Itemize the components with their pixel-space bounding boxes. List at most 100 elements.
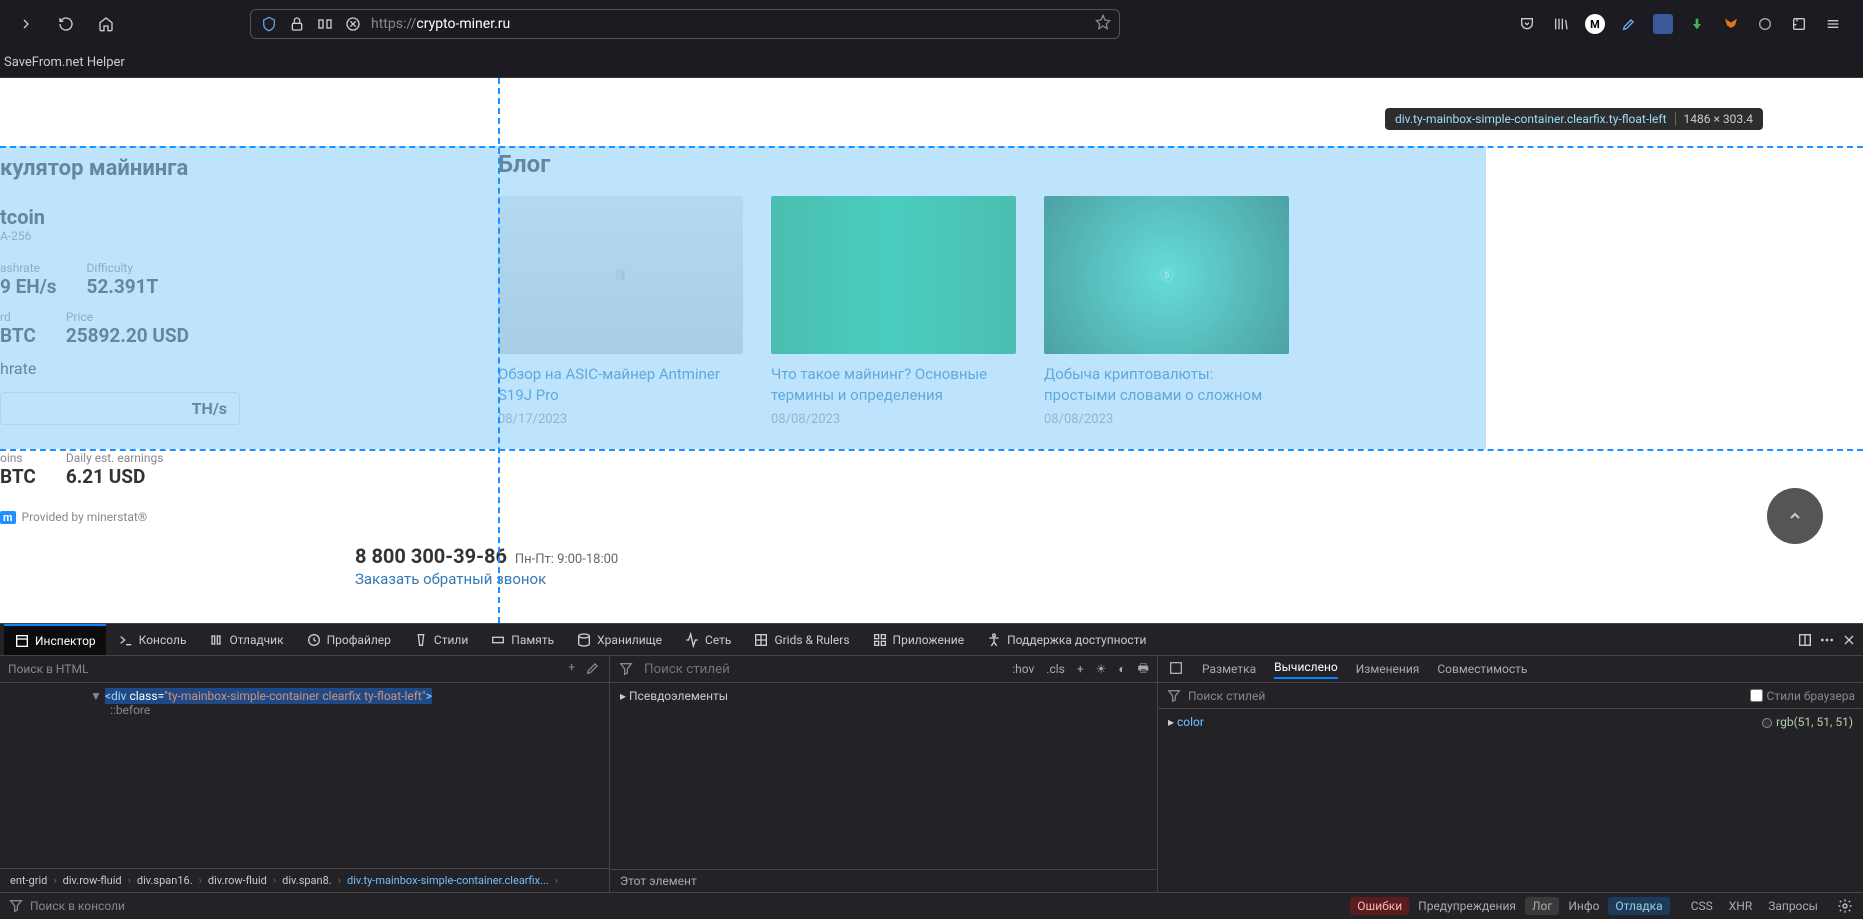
devtools-tab-network[interactable]: Сеть bbox=[674, 624, 741, 655]
coins-label: oins bbox=[0, 451, 36, 465]
browser-chrome: https://crypto-miner.ru M bbox=[0, 0, 1863, 48]
devtools-tab-debugger[interactable]: Отладчик bbox=[198, 624, 293, 655]
page-content: div.ty-mainbox-simple-container.clearfix… bbox=[0, 78, 1863, 623]
hov-toggle[interactable]: :hov bbox=[1012, 662, 1034, 676]
svg-text:₿: ₿ bbox=[1164, 270, 1170, 279]
blog-section: Блог Обзор на ASIC-майнер Antminer S19J … bbox=[498, 150, 1289, 427]
html-search-input[interactable]: Поиск в HTML bbox=[8, 662, 88, 676]
color-swatch[interactable] bbox=[1762, 718, 1772, 728]
ext-green-arrow-icon[interactable] bbox=[1687, 14, 1707, 34]
ext-metamask-icon[interactable] bbox=[1721, 14, 1741, 34]
dark-icon[interactable]: ◐ bbox=[1118, 662, 1125, 676]
rtab-changes[interactable]: Изменения bbox=[1356, 662, 1420, 676]
devtools-menu-icon[interactable] bbox=[1817, 630, 1837, 650]
difficulty-label: Difficulty bbox=[87, 261, 159, 275]
reload-button[interactable] bbox=[50, 8, 82, 40]
mining-calculator: кулятор майнинга tcoin A-256 ashrate9 EH… bbox=[0, 156, 240, 524]
phone-block: 8 800 300-39-86 Пн-Пт: 9:00-18:00 Заказа… bbox=[355, 544, 618, 588]
card-date: 08/08/2023 bbox=[771, 412, 1016, 427]
card-image bbox=[771, 196, 1016, 354]
user-hashrate-label: hrate bbox=[0, 359, 240, 378]
filter-log[interactable]: Лог bbox=[1525, 897, 1559, 915]
print-icon[interactable]: 🖶 bbox=[1138, 659, 1149, 680]
devtools-tab-console[interactable]: Консоль bbox=[108, 624, 197, 655]
this-element-label: Этот элемент bbox=[610, 869, 1157, 892]
ext-pen-icon[interactable] bbox=[1619, 14, 1639, 34]
pocket-icon[interactable] bbox=[1517, 14, 1537, 34]
ext-m-icon[interactable]: M bbox=[1585, 14, 1605, 34]
calc-coin: tcoin bbox=[0, 205, 240, 229]
cookies-icon bbox=[343, 16, 363, 32]
devtools-tab-app[interactable]: Приложение bbox=[862, 624, 975, 655]
scroll-to-top-button[interactable] bbox=[1767, 488, 1823, 544]
browser-styles-checkbox[interactable]: Стили браузера bbox=[1750, 689, 1855, 703]
breadcrumb[interactable]: ent-grid› div.row-fluid› div.span16.› di… bbox=[0, 868, 609, 892]
home-button[interactable] bbox=[90, 8, 122, 40]
filter-info[interactable]: Инфо bbox=[1561, 897, 1606, 915]
html-tree[interactable]: ▼ <div class="ty-mainbox-simple-containe… bbox=[0, 683, 609, 868]
bookmark-item[interactable]: SaveFrom.net Helper bbox=[4, 55, 125, 70]
filter-icon bbox=[8, 898, 24, 914]
filter-debug[interactable]: Отладка bbox=[1608, 897, 1669, 915]
url-text: https://crypto-miner.ru bbox=[371, 16, 510, 32]
forward-button[interactable] bbox=[10, 8, 42, 40]
callback-link[interactable]: Заказать обратный звонок bbox=[355, 570, 618, 588]
card-date: 08/08/2023 bbox=[1044, 412, 1289, 427]
extensions-icon[interactable] bbox=[1789, 14, 1809, 34]
permissions-icon bbox=[315, 16, 335, 32]
filter-css[interactable]: CSS bbox=[1684, 897, 1720, 915]
library-icon[interactable] bbox=[1551, 14, 1571, 34]
devtools-html-panel: Поиск в HTML + ▼ <div class="ty-mainbox-… bbox=[0, 656, 610, 892]
computed-prop[interactable]: color bbox=[1177, 715, 1204, 729]
app-menu-icon[interactable] bbox=[1823, 14, 1843, 34]
earnings-label: Daily est. earnings bbox=[66, 451, 164, 465]
ext-gray-icon[interactable] bbox=[1755, 14, 1775, 34]
card-title: Что такое майнинг? Основные термины и оп… bbox=[771, 364, 1016, 406]
console-search-input[interactable]: Поиск в консоли bbox=[30, 899, 125, 913]
devtools-close-icon[interactable] bbox=[1839, 630, 1859, 650]
card-date: 08/17/2023 bbox=[498, 412, 743, 427]
hashrate-input[interactable]: TH/s bbox=[0, 392, 240, 425]
eyedropper-icon[interactable] bbox=[585, 660, 601, 679]
light-icon[interactable]: ☀ bbox=[1096, 662, 1107, 676]
filter-errors[interactable]: Ошибки bbox=[1350, 897, 1409, 915]
devtools-tab-style[interactable]: Стили bbox=[403, 624, 478, 655]
add-rule-icon[interactable]: + bbox=[1077, 662, 1084, 676]
url-bar[interactable]: https://crypto-miner.ru bbox=[250, 9, 1120, 39]
filter-icon bbox=[1166, 688, 1182, 704]
reward-label: rd bbox=[0, 310, 36, 324]
pseudo-section[interactable]: ▸ Псевдоэлементы bbox=[620, 689, 1147, 703]
devtools-dock-icon[interactable] bbox=[1795, 630, 1815, 650]
devtools-tab-profiler[interactable]: Профайлер bbox=[296, 624, 401, 655]
difficulty-value: 52.391T bbox=[87, 275, 159, 298]
styles-search-input[interactable] bbox=[644, 662, 1002, 677]
bookmark-star-icon[interactable] bbox=[1095, 14, 1111, 34]
devtools-tab-storage[interactable]: Хранилище bbox=[566, 624, 672, 655]
blog-card[interactable]: Обзор на ASIC-майнер Antminer S19J Pro 0… bbox=[498, 196, 743, 427]
card-title: Добыча криптовалюты: простыми словами о … bbox=[1044, 364, 1289, 406]
coins-value: BTC bbox=[0, 465, 36, 488]
cls-toggle[interactable]: .cls bbox=[1046, 662, 1065, 676]
devtools-console-bar: Поиск в консоли Ошибки Предупреждения Ло… bbox=[0, 892, 1863, 919]
filter-warnings[interactable]: Предупреждения bbox=[1411, 897, 1523, 915]
computed-value: rgb(51, 51, 51) bbox=[1776, 715, 1853, 729]
devtools-tab-a11y[interactable]: Поддержка доступности bbox=[976, 624, 1156, 655]
filter-requests[interactable]: Запросы bbox=[1761, 897, 1825, 915]
rtab-compat[interactable]: Совместимость bbox=[1437, 662, 1527, 676]
blog-card[interactable]: ₿ Добыча криптовалюты: простыми словами … bbox=[1044, 196, 1289, 427]
calc-algo: A-256 bbox=[0, 229, 240, 243]
phone-hours: Пн-Пт: 9:00-18:00 bbox=[515, 552, 618, 567]
rtab-computed[interactable]: Вычислено bbox=[1274, 660, 1338, 679]
filter-xhr[interactable]: XHR bbox=[1722, 897, 1759, 915]
computed-search-input[interactable]: Поиск стилей bbox=[1188, 689, 1265, 703]
layout-toggle-icon[interactable] bbox=[1168, 660, 1184, 679]
devtools-tab-memory[interactable]: Память bbox=[480, 624, 564, 655]
devtools-tab-inspector[interactable]: Инспектор bbox=[4, 624, 106, 655]
ext-blue-icon[interactable] bbox=[1653, 14, 1673, 34]
console-settings-icon[interactable] bbox=[1835, 896, 1855, 916]
add-element-icon[interactable]: + bbox=[568, 660, 575, 679]
devtools-styles-panel: :hov .cls + ☀ ◐ 🖶 ▸ Псевдоэлементы Этот … bbox=[610, 656, 1158, 892]
blog-card[interactable]: Что такое майнинг? Основные термины и оп… bbox=[771, 196, 1016, 427]
rtab-layout[interactable]: Разметка bbox=[1202, 662, 1256, 676]
devtools-tab-grids[interactable]: Grids & Rulers bbox=[743, 624, 859, 655]
